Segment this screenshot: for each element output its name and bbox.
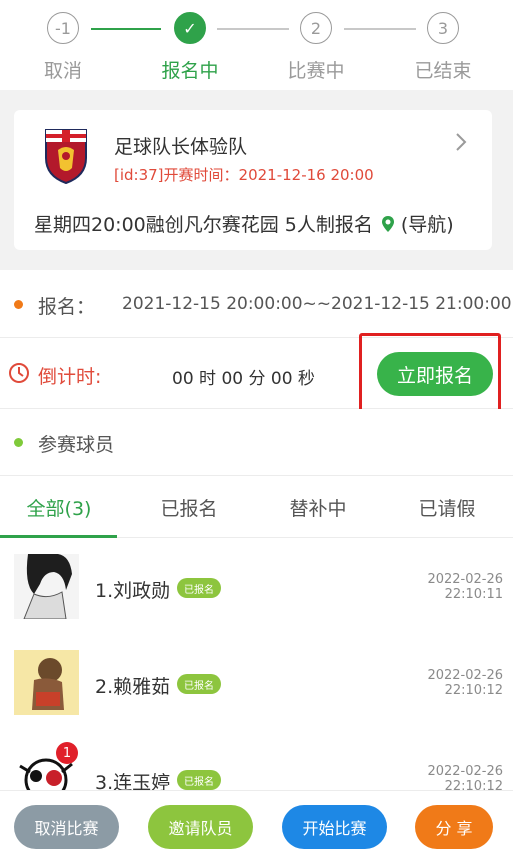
location-pin-icon[interactable]	[381, 215, 395, 233]
avatar	[14, 650, 79, 715]
signup-period-row: 报名： 2021-12-15 20:00:00~~2021-12-15 21:0…	[0, 270, 513, 338]
countdown-value: 00 时 00 分 00 秒	[172, 369, 315, 389]
step-circle: 2	[300, 12, 332, 44]
player-name: 2.赖雅茹	[95, 676, 171, 698]
player-filter-tabs: 全部(3) 已报名 替补中 已请假	[0, 476, 513, 538]
signup-date: 2022-02-26	[427, 572, 503, 587]
signup-timestamp: 2022-02-26 22:10:12	[403, 764, 503, 790]
signup-now-button[interactable]: 立即报名	[377, 352, 493, 396]
orange-dot-icon	[14, 300, 23, 309]
venue-text: 星期四20:00融创凡尔赛花园 5人制报名	[34, 214, 373, 236]
match-start-time: [id:37]开赛时间：2021-12-16 20:00	[114, 166, 374, 184]
players-section-header: 参赛球员	[0, 409, 513, 476]
green-dot-icon	[14, 438, 23, 447]
step-label: 已结束	[414, 60, 472, 82]
check-icon: ✓	[174, 12, 206, 44]
venue-line: 星期四20:00融创凡尔赛花园 5人制报名 (导航)	[34, 210, 454, 237]
step-in-match: 2 比赛中	[266, 12, 366, 83]
status-badge: 已报名	[177, 674, 221, 694]
players-label: 参赛球员	[38, 434, 115, 456]
signup-label: 报名：	[38, 296, 96, 318]
signup-time: 22:10:11	[444, 587, 503, 602]
signup-date: 2022-02-26	[427, 764, 503, 779]
step-label: 取消	[43, 60, 82, 82]
team-card-section: 足球队长体验队 [id:37]开赛时间：2021-12-16 20:00 星期四…	[0, 90, 513, 270]
team-name: 足球队长体验队	[114, 136, 248, 158]
step-label: 比赛中	[287, 60, 345, 82]
player-name: 3.连玉婷	[95, 772, 171, 790]
tab-leave[interactable]: 已请假	[383, 494, 511, 521]
list-item[interactable]: 1.刘政勋 已报名 2022-02-26 22:10:11	[0, 538, 513, 634]
step-cancelled: -1 取消	[13, 12, 113, 83]
start-match-button[interactable]: 开始比赛	[282, 805, 387, 849]
avatar	[14, 554, 79, 619]
signup-time: 22:10:12	[444, 683, 503, 698]
chevron-right-icon[interactable]	[454, 132, 468, 152]
cancel-match-button[interactable]: 取消比赛	[14, 805, 119, 849]
step-circle: 3	[427, 12, 459, 44]
action-bar: 取消比赛 邀请队员 开始比赛 分 享	[0, 790, 513, 861]
status-badge: 已报名	[177, 770, 221, 790]
player-list: 1.刘政勋 已报名 2022-02-26 22:10:11 2.赖雅茹 已报名 …	[0, 538, 513, 790]
step-circle: -1	[47, 12, 79, 44]
team-logo	[45, 129, 87, 184]
list-item[interactable]: 1 3.连玉婷 已报名 2022-02-26 22:10:12	[0, 730, 513, 790]
status-badge: 已报名	[177, 578, 221, 598]
signup-time: 22:10:12	[444, 779, 503, 790]
navigation-link[interactable]: (导航)	[401, 210, 454, 237]
tab-signed-up[interactable]: 已报名	[125, 494, 253, 521]
signup-period: 2021-12-15 20:00:00~~2021-12-15 21:00:00	[122, 294, 512, 314]
signup-timestamp: 2022-02-26 22:10:12	[403, 668, 503, 698]
invite-players-button[interactable]: 邀请队员	[148, 805, 253, 849]
tab-all[interactable]: 全部(3)	[0, 494, 123, 521]
countdown-label: 倒计时:	[38, 366, 102, 388]
notification-badge: 1	[56, 742, 78, 764]
list-item[interactable]: 2.赖雅茹 已报名 2022-02-26 22:10:12	[0, 634, 513, 730]
clock-icon	[9, 363, 29, 383]
progress-steps: -1 取消 ✓ 报名中 2 比赛中 3 已结束	[0, 0, 513, 90]
signup-timestamp: 2022-02-26 22:10:11	[403, 572, 503, 602]
player-name: 1.刘政勋	[95, 580, 171, 602]
step-label: 报名中	[161, 60, 219, 82]
tab-substitute[interactable]: 替补中	[254, 494, 382, 521]
step-signing-up: ✓ 报名中	[140, 12, 240, 83]
signup-date: 2022-02-26	[427, 668, 503, 683]
countdown-row: 倒计时: 00 时 00 分 00 秒 立即报名	[0, 338, 513, 409]
step-finished: 3 已结束	[393, 12, 493, 83]
share-button[interactable]: 分 享	[415, 805, 493, 849]
team-card[interactable]: 足球队长体验队 [id:37]开赛时间：2021-12-16 20:00 星期四…	[14, 110, 492, 250]
